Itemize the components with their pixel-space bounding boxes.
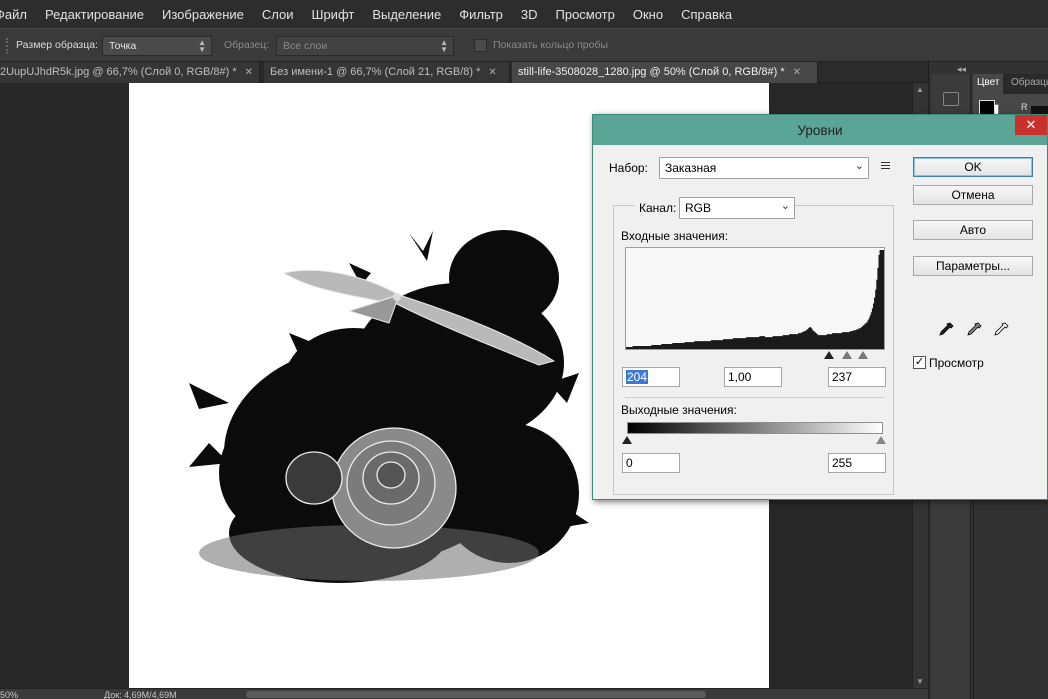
menu-layers[interactable]: Слои xyxy=(253,7,303,22)
scroll-up-icon[interactable]: ▲ xyxy=(916,85,924,94)
input-levels-label: Входные значения: xyxy=(621,229,729,243)
tab-swatches[interactable]: Образцы xyxy=(1011,77,1048,88)
channel-value: RGB xyxy=(685,201,712,215)
dialog-title: Уровни xyxy=(797,123,843,138)
checkmark-icon: ✓ xyxy=(914,356,925,368)
preset-value: Заказная xyxy=(665,161,717,175)
sample-size-value: Точка xyxy=(109,40,137,52)
close-icon[interactable]: ✕ xyxy=(245,67,253,78)
preview-label: Просмотр xyxy=(929,356,984,370)
input-white-value: 237 xyxy=(832,370,853,384)
r-slider[interactable] xyxy=(1031,106,1048,114)
input-gamma-slider[interactable] xyxy=(842,351,852,359)
input-black-field[interactable]: 204 xyxy=(622,367,680,387)
preview-checkbox[interactable]: ✓ xyxy=(913,356,926,369)
tab-color[interactable]: Цвет xyxy=(973,74,1004,94)
input-black-slider[interactable] xyxy=(824,351,834,359)
white-point-eyedropper-icon[interactable] xyxy=(992,321,1010,339)
menu-select[interactable]: Выделение xyxy=(363,7,450,22)
menu-bar: Файл Редактирование Изображение Слои Шри… xyxy=(0,0,1048,28)
histogram-graph xyxy=(626,250,884,349)
output-white-field[interactable]: 255 xyxy=(828,453,886,473)
channel-select[interactable]: RGB ⌄ xyxy=(679,197,795,219)
history-icon[interactable] xyxy=(943,92,959,106)
close-icon: ✕ xyxy=(1025,117,1037,132)
input-white-slider[interactable] xyxy=(858,351,868,359)
close-icon[interactable]: ✕ xyxy=(793,67,801,78)
menu-file[interactable]: Файл xyxy=(0,7,36,22)
sample-select[interactable]: Все слои ▲ ▼ xyxy=(276,36,454,56)
options-button[interactable]: Параметры... xyxy=(913,256,1033,276)
menu-view[interactable]: Просмотр xyxy=(547,7,624,22)
output-black-value: 0 xyxy=(626,456,633,470)
input-white-field[interactable]: 237 xyxy=(828,367,886,387)
dialog-body: Набор: Заказная ⌄ Канал: RGB ⌄ Входные з… xyxy=(595,145,1045,497)
black-point-eyedropper-icon[interactable] xyxy=(937,321,955,339)
color-panel: R xyxy=(973,94,1048,120)
histogram xyxy=(625,247,885,350)
horizontal-scroll-thumb[interactable] xyxy=(246,691,706,698)
menu-help[interactable]: Справка xyxy=(672,7,741,22)
output-white-value: 255 xyxy=(832,456,853,470)
preset-options-icon[interactable] xyxy=(881,162,893,172)
levels-dialog: Уровни ✕ Набор: Заказная ⌄ Канал: RGB ⌄ … xyxy=(592,114,1048,500)
show-ring-label: Показать кольцо пробы xyxy=(493,39,609,51)
scroll-down-icon[interactable]: ▼ xyxy=(916,677,924,686)
tab-label: still-life-3508028_1280.jpg @ 50% (Слой … xyxy=(518,66,785,78)
color-panel-tabs: Цвет Образцы xyxy=(973,74,1048,94)
channel-r-label: R xyxy=(1021,102,1028,112)
show-ring-checkbox[interactable] xyxy=(474,39,487,52)
input-black-value: 204 xyxy=(626,370,649,384)
output-black-slider[interactable] xyxy=(622,436,632,444)
document-tab-bar: 2UupUJhdR5k.jpg @ 66,7% (Слой 0, RGB/8#)… xyxy=(0,62,928,83)
options-grip[interactable] xyxy=(6,38,8,54)
chevron-down-icon: ⌄ xyxy=(780,200,790,212)
zoom-readout[interactable]: 50% xyxy=(0,690,18,699)
menu-image[interactable]: Изображение xyxy=(153,7,253,22)
sample-size-select[interactable]: Точка ▲ ▼ xyxy=(102,36,212,56)
sample-value: Все слои xyxy=(283,40,328,52)
sample-label: Образец: xyxy=(224,39,270,51)
tab-label: Без имени-1 @ 66,7% (Слой 21, RGB/8) * xyxy=(270,66,481,78)
tab-document-1[interactable]: 2UupUJhdR5k.jpg @ 66,7% (Слой 0, RGB/8#)… xyxy=(0,62,260,83)
gray-point-eyedropper-icon[interactable] xyxy=(965,321,983,339)
histogram-area xyxy=(626,250,884,349)
output-black-field[interactable]: 0 xyxy=(622,453,680,473)
channel-label: Канал: xyxy=(635,201,681,215)
menu-edit[interactable]: Редактирование xyxy=(36,7,153,22)
output-gradient-bar xyxy=(627,422,883,434)
menu-3d[interactable]: 3D xyxy=(512,7,547,22)
doc-size-readout: Док: 4,69M/4,69M xyxy=(104,690,177,699)
chevron-down-icon: ⌄ xyxy=(854,160,864,172)
tab-label: 2UupUJhdR5k.jpg @ 66,7% (Слой 0, RGB/8#)… xyxy=(0,66,237,78)
auto-button[interactable]: Авто xyxy=(913,220,1033,240)
input-gamma-field[interactable]: 1,00 xyxy=(724,367,782,387)
chevron-updown-icon: ▲ ▼ xyxy=(198,38,206,54)
output-levels-label: Выходные значения: xyxy=(621,403,737,417)
tab-document-2[interactable]: Без имени-1 @ 66,7% (Слой 21, RGB/8) * ✕ xyxy=(264,62,510,83)
chevron-updown-icon: ▲ ▼ xyxy=(440,38,448,54)
preset-label: Набор: xyxy=(609,161,648,175)
sample-size-label: Размер образца: xyxy=(16,39,99,51)
ok-button[interactable]: OK xyxy=(913,157,1033,177)
tab-document-3[interactable]: still-life-3508028_1280.jpg @ 50% (Слой … xyxy=(512,62,818,83)
status-bar: 50% Док: 4,69M/4,69M xyxy=(0,688,928,699)
options-bar: Размер образца: Точка ▲ ▼ Образец: Все сл… xyxy=(0,28,1048,62)
menu-window[interactable]: Окно xyxy=(624,7,672,22)
close-icon[interactable]: ✕ xyxy=(488,67,496,78)
preset-select[interactable]: Заказная ⌄ xyxy=(659,157,869,179)
menu-type[interactable]: Шрифт xyxy=(303,7,364,22)
divider xyxy=(625,397,885,398)
output-white-slider[interactable] xyxy=(876,436,886,444)
menu-filter[interactable]: Фильтр xyxy=(450,7,512,22)
cancel-button[interactable]: Отмена xyxy=(913,185,1033,205)
dialog-titlebar[interactable]: Уровни ✕ xyxy=(593,115,1047,145)
close-button[interactable]: ✕ xyxy=(1015,115,1047,135)
input-gamma-value: 1,00 xyxy=(728,370,752,384)
